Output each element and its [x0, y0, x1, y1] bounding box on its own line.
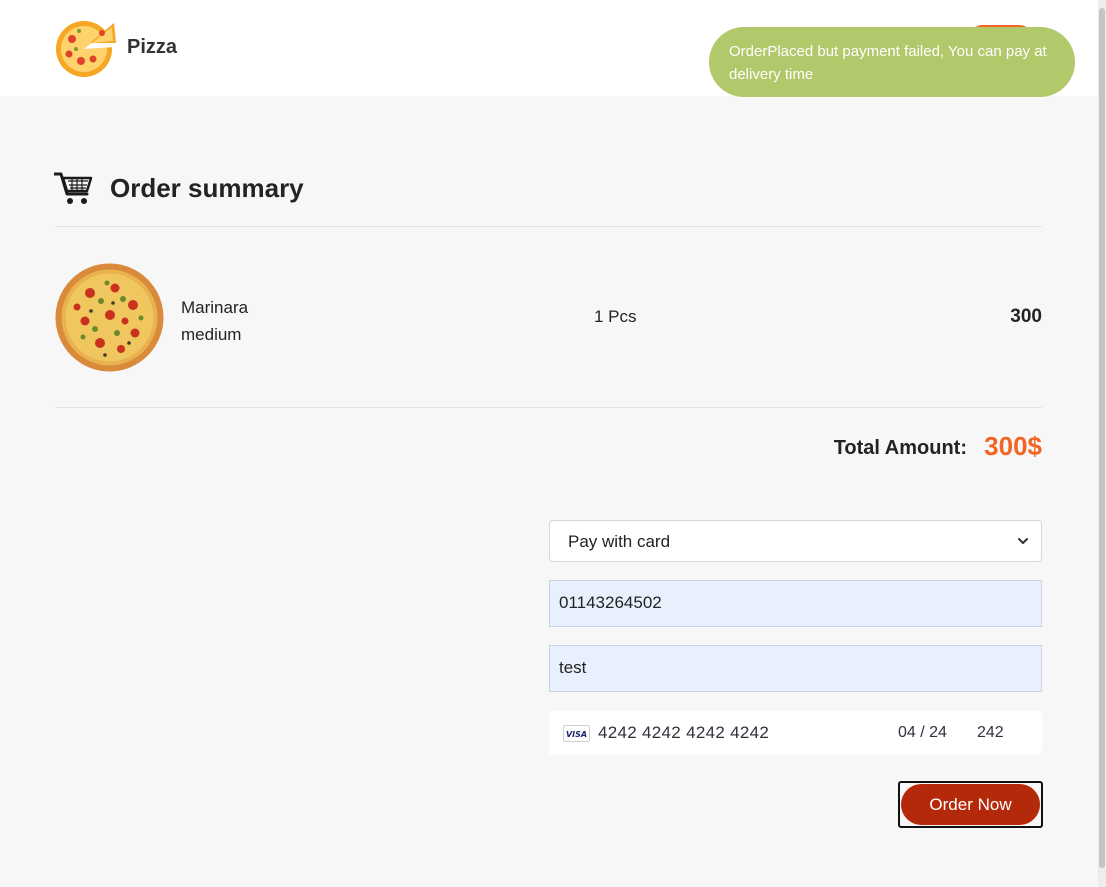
item-size: medium	[181, 325, 242, 344]
divider	[55, 407, 1042, 408]
page-title: Order summary	[110, 173, 304, 203]
divider	[55, 226, 1042, 227]
item-details: Marinara medium	[181, 294, 248, 348]
shopping-cart-icon	[54, 172, 93, 204]
order-now-label: Order Now	[901, 784, 1040, 825]
payment-method-value: Pay with card	[568, 532, 671, 551]
payment-method-select[interactable]: Pay with card	[549, 520, 1042, 562]
visa-icon: VISA	[563, 725, 590, 742]
phone-value: 01143264502	[559, 593, 662, 612]
address-field[interactable]: test	[549, 645, 1042, 692]
brand-name[interactable]: Pizza	[127, 36, 177, 59]
order-now-button[interactable]: Order Now	[898, 781, 1043, 828]
pizza-image	[55, 263, 164, 372]
item-quantity: 1 Pcs	[594, 307, 637, 326]
toast-message: OrderPlaced but payment failed, You can …	[729, 43, 1047, 83]
card-number-input[interactable]: 4242 4242 4242 4242	[598, 723, 769, 743]
scrollbar-thumb[interactable]	[1099, 8, 1105, 868]
card-cvc-input[interactable]: 242	[977, 724, 1004, 742]
total-amount-value: 300$	[984, 431, 1042, 461]
pizza-logo-icon[interactable]	[54, 17, 116, 79]
item-name: Marinara	[181, 298, 249, 317]
phone-field[interactable]: 01143264502	[549, 580, 1042, 627]
address-value: test	[559, 658, 587, 677]
chevron-down-icon	[1018, 538, 1028, 544]
card-expiry-input[interactable]: 04 / 24	[898, 724, 947, 742]
total-amount-label: Total Amount:	[833, 437, 967, 459]
payment-failed-toast: OrderPlaced but payment failed, You can …	[709, 27, 1075, 97]
item-price: 300	[1010, 306, 1042, 327]
card-element[interactable]: VISA 4242 4242 4242 4242 04 / 24 242	[549, 711, 1042, 755]
